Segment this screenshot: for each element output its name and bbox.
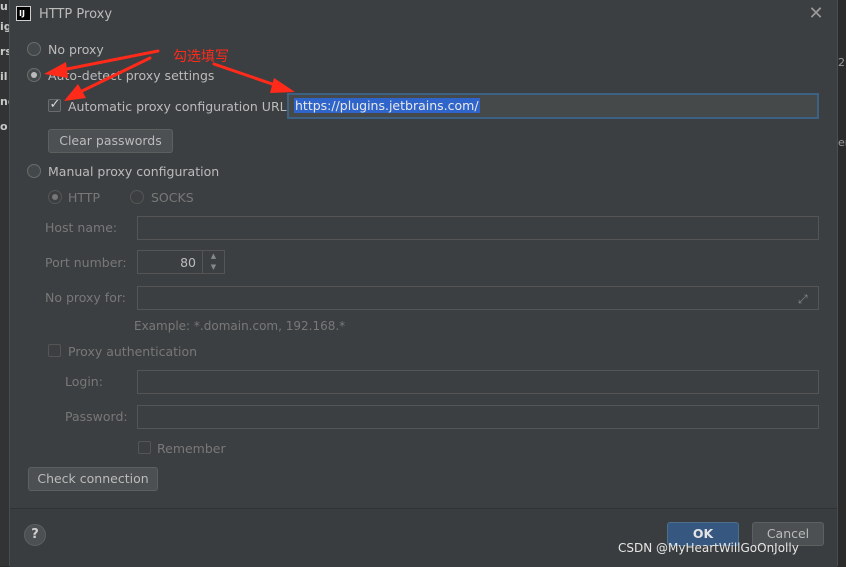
annotation-arrow-head <box>64 84 86 101</box>
annotation-arrow-head <box>270 78 295 93</box>
annotation-arrow <box>212 62 280 88</box>
annotation-arrows <box>44 49 295 101</box>
csdn-watermark: CSDN @MyHeartWillGoOnJolly <box>618 541 799 555</box>
annotation-arrow-head <box>44 62 68 78</box>
